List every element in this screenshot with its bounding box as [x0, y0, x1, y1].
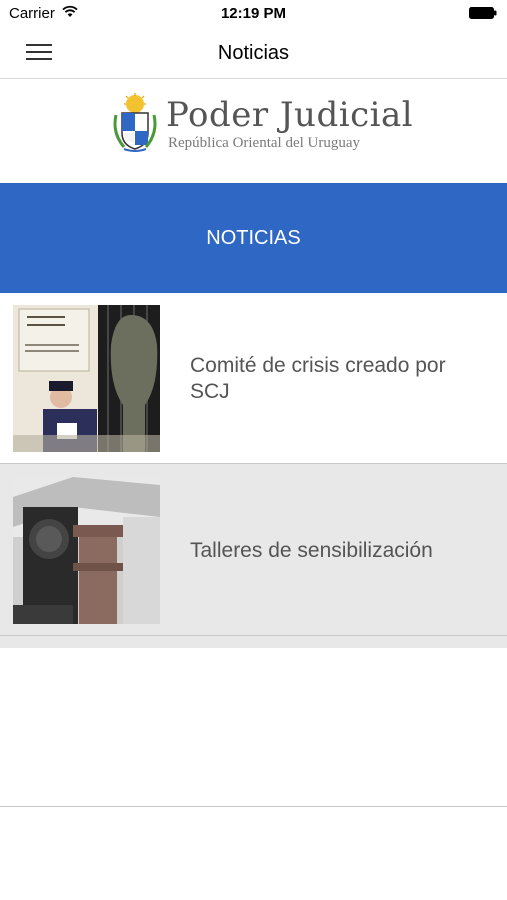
- news-thumbnail-image: [13, 477, 160, 624]
- list-separator: [0, 636, 507, 648]
- news-title: Talleres de sensibilización: [190, 539, 433, 562]
- news-title: Comité de crisis creado por SCJ: [190, 354, 446, 403]
- coat-of-arms-logo: [113, 93, 157, 152]
- brand-header: Poder Judicial República Oriental del Ur…: [0, 79, 507, 183]
- section-banner-label: NOTICIAS: [206, 227, 301, 249]
- brand-title: Poder Judicial: [166, 95, 414, 135]
- status-time: 12:19 PM: [220, 5, 287, 22]
- battery-icon: [469, 7, 497, 19]
- bottom-divider: [0, 806, 507, 807]
- navigation-bar: Noticias: [0, 28, 507, 79]
- news-list-item[interactable]: Comité de crisis creado por SCJ: [0, 305, 507, 465]
- section-banner: NOTICIAS: [0, 183, 507, 293]
- status-bar: Carrier 12:19 PM: [0, 0, 507, 28]
- news-thumbnail-image: [13, 305, 160, 452]
- brand-subtitle: República Oriental del Uruguay: [168, 135, 361, 151]
- list-separator: [0, 464, 507, 477]
- page-title: Noticias: [217, 42, 290, 64]
- app-screen: Carrier 12:19 PM Noticias Poder Judicial…: [0, 0, 507, 900]
- news-list-item[interactable]: Talleres de sensibilización: [0, 477, 507, 637]
